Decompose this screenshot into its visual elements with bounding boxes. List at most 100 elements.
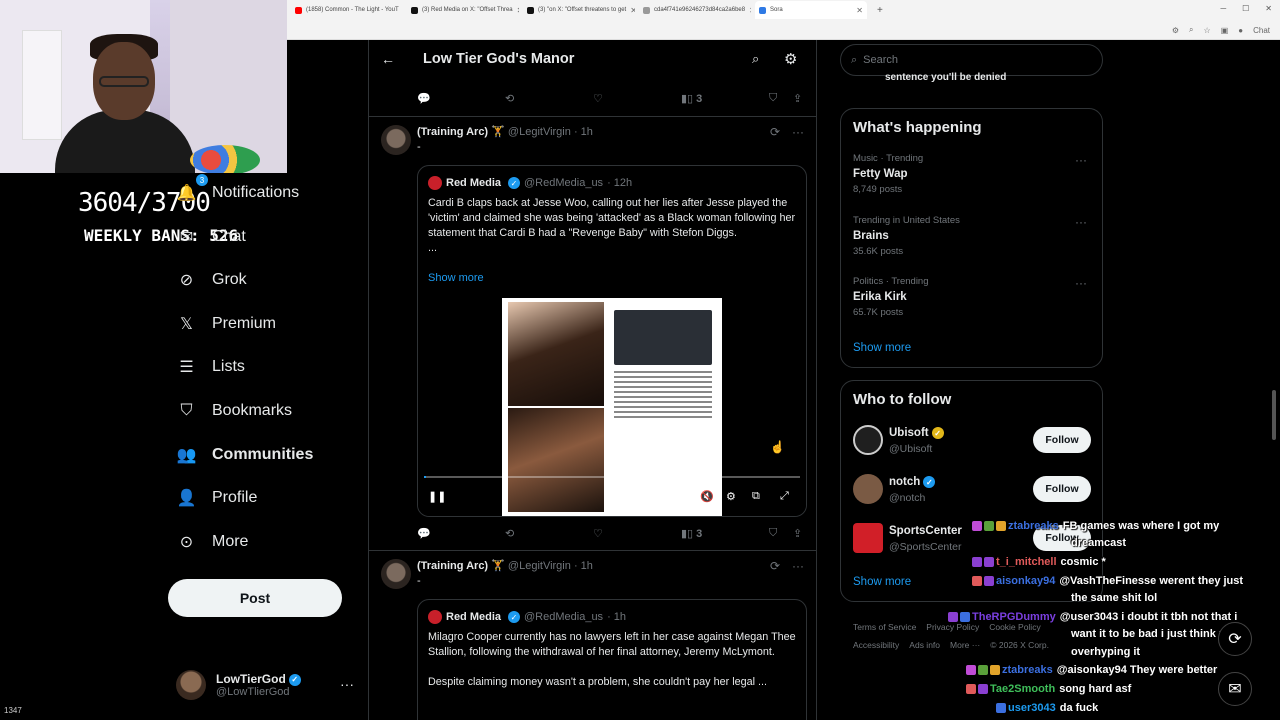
avatar[interactable] (381, 559, 411, 589)
like-icon[interactable]: ♡ (593, 527, 603, 540)
bookmark-icon[interactable]: ⛉ (769, 92, 777, 105)
fullscreen-icon[interactable]: ⤢ (780, 490, 789, 503)
browser-tab[interactable]: cda4f741e96246273d84ca2a6be8✕ (639, 1, 751, 19)
chat-message: TheRPGDummy @user3043 i doubt it tbh not … (948, 611, 1237, 623)
gear-icon[interactable]: ⚙ (784, 50, 797, 68)
collections-icon[interactable]: ▣ (1221, 26, 1229, 35)
more-circle-icon: ⊙ (179, 534, 194, 551)
more-icon[interactable]: ··· (792, 559, 804, 573)
post-button[interactable]: Post (168, 579, 342, 617)
show-more-link[interactable]: Show more (428, 272, 484, 284)
browser-tab-active[interactable]: Sora ✕ (755, 1, 867, 19)
bookmark-icon[interactable]: ⛉ (769, 527, 777, 540)
nav-chat[interactable]: ✉ Chat (178, 228, 246, 246)
close-tab-icon[interactable]: ✕ (517, 6, 519, 15)
quote-post[interactable]: Red Media ✓ @RedMedia_us · 1h Milagro Coope… (417, 599, 807, 720)
more-icon[interactable]: ··· (1075, 215, 1087, 229)
show-more-link[interactable]: Show more (853, 576, 911, 588)
post-actions: 💬 ⟲ ♡ ▮▯ 3 ⛉ ⇪ (417, 92, 807, 108)
webcam-feed (0, 0, 287, 173)
quote-post[interactable]: Red Media ✓ @RedMedia_us · 12h Cardi B clap… (417, 165, 807, 517)
post[interactable]: (Training Arc) 🏋 @LegitVirgin · 1h - ⟳ ··… (369, 116, 816, 550)
browser-tab[interactable]: (3) Red Media on X: "Offset Threa✕ (407, 1, 519, 19)
views-icon[interactable]: ▮▯ 3 (681, 527, 702, 540)
browser-tab[interactable]: (1858) Common - The Light - YouT✕ (291, 1, 403, 19)
avatar (853, 425, 883, 455)
nav-notifications[interactable]: 🔔 3 Notifications (177, 174, 299, 202)
page-icon (643, 6, 650, 14)
avatar[interactable] (381, 125, 411, 155)
trend-item[interactable]: Trending in United States Brains 35.6K p… (853, 215, 1093, 257)
more-icon[interactable]: ··· (1075, 276, 1087, 290)
follow-suggestion[interactable]: Ubisoft ✓ @Ubisoft Follow (853, 421, 1093, 461)
extensions-icon[interactable]: ⚙ (1172, 26, 1179, 35)
pip-icon[interactable]: ⧉ (752, 490, 760, 503)
show-more-link[interactable]: Show more (853, 342, 911, 354)
more-icon[interactable]: ··· (792, 125, 804, 139)
close-tab-icon[interactable]: ✕ (749, 6, 751, 15)
follow-suggestion[interactable]: notch ✓ @notch Follow (853, 470, 1093, 510)
window-controls: ─ ☐ ✕ (1220, 4, 1272, 13)
account-switcher[interactable]: LowTierGod ✓ @LowTlierGod ··· (176, 670, 356, 700)
nav-bookmarks[interactable]: ⛉ Bookmarks (178, 402, 292, 420)
follow-button[interactable]: Follow (1033, 427, 1091, 453)
scrollbar[interactable] (1272, 390, 1276, 440)
post[interactable]: (Training Arc) 🏋 @LegitVirgin · 1h - ⟳ ··… (369, 550, 816, 720)
video-controls: ❚❚ 0:01 / 9:18 🔇 ⚙ ⧉ ⤢ (418, 488, 806, 508)
close-tab-icon[interactable]: ✕ (856, 6, 863, 15)
share-icon[interactable]: ⇪ (793, 527, 802, 540)
pause-icon[interactable]: ❚❚ (428, 490, 446, 503)
views-icon[interactable]: ▮▯ 3 (681, 92, 702, 105)
favorite-icon[interactable]: ☆ (1204, 26, 1211, 35)
back-arrow-icon[interactable]: ← (381, 51, 395, 67)
messages-fab-icon[interactable]: ✉ (1218, 672, 1252, 706)
nav-premium[interactable]: 𝕏 Premium (178, 315, 276, 333)
profile-icon[interactable]: ● (1238, 26, 1243, 35)
verified-badge-icon: ✓ (931, 427, 944, 439)
close-tab-icon[interactable]: ✕ (630, 6, 635, 15)
nav-more[interactable]: ⊙ More (178, 533, 249, 551)
mail-icon: ✉ (179, 229, 194, 246)
more-icon[interactable]: ··· (1075, 153, 1087, 167)
maximize-icon[interactable]: ☐ (1242, 4, 1249, 13)
repost-icon[interactable]: ⟲ (505, 92, 514, 105)
zoom-icon[interactable]: ⌕ (1189, 25, 1193, 35)
nav-lists[interactable]: ☰ Lists (178, 358, 245, 376)
like-icon[interactable]: ♡ (593, 92, 603, 105)
search-icon[interactable]: ⌕ (752, 51, 759, 67)
share-icon[interactable]: ⇪ (793, 92, 802, 105)
reply-icon[interactable]: 💬 (417, 92, 431, 105)
x-logo-icon: 𝕏 (180, 316, 193, 333)
bell-icon: 🔔 3 (177, 174, 208, 202)
trend-item[interactable]: Politics · Trending Erika Kirk 65.7K pos… (853, 276, 1093, 318)
nav-grok[interactable]: ⊘ Grok (178, 271, 247, 289)
mute-icon[interactable]: 🔇 (700, 490, 714, 503)
tab-strip: (1858) Common - The Light - YouT✕ (3) Re… (287, 0, 1280, 20)
verified-badge-icon: ✓ (288, 673, 301, 686)
nav-communities[interactable]: 👥 Communities (177, 446, 314, 464)
grok-icon: ⊘ (179, 272, 194, 289)
grok-icon[interactable]: ⟳ (770, 559, 780, 573)
grok-icon[interactable]: ⟳ (770, 125, 780, 139)
new-tab-button[interactable]: + (877, 5, 883, 16)
feed-header: ← Low Tier God's Manor ⌕ ⚙ (369, 40, 816, 80)
close-window-icon[interactable]: ✕ (1265, 4, 1272, 13)
video-progress[interactable] (424, 476, 800, 478)
settings-icon[interactable]: ⚙ (726, 490, 736, 503)
trend-item[interactable]: Music · Trending Fetty Wap 8,749 posts ·… (853, 153, 1093, 195)
repost-icon[interactable]: ⟲ (505, 527, 514, 540)
browser-tab[interactable]: (3) "on X: "Offset threatens to get ✕ (523, 1, 635, 19)
video-player[interactable]: ❚❚ 0:01 / 9:18 🔇 ⚙ ⧉ ⤢ (418, 298, 806, 516)
chat-message: dreamcast (1071, 537, 1127, 549)
reply-icon[interactable]: 💬 (417, 527, 431, 540)
chat-button[interactable]: Chat (1253, 26, 1270, 35)
account-more-icon[interactable]: ··· (340, 676, 354, 692)
whats-happening-panel: What's happening Music · Trending Fetty … (840, 108, 1103, 368)
minimize-icon[interactable]: ─ (1220, 4, 1226, 13)
nav-profile[interactable]: 👤 Profile (177, 489, 258, 507)
follow-button[interactable]: Follow (1033, 476, 1091, 502)
who-to-follow-panel: Who to follow Ubisoft ✓ @Ubisoft Follow n… (840, 380, 1103, 602)
grok-fab-icon[interactable]: ⟳ (1218, 622, 1252, 656)
avatar (428, 610, 442, 624)
chat-message: overhyping it (1071, 646, 1141, 658)
